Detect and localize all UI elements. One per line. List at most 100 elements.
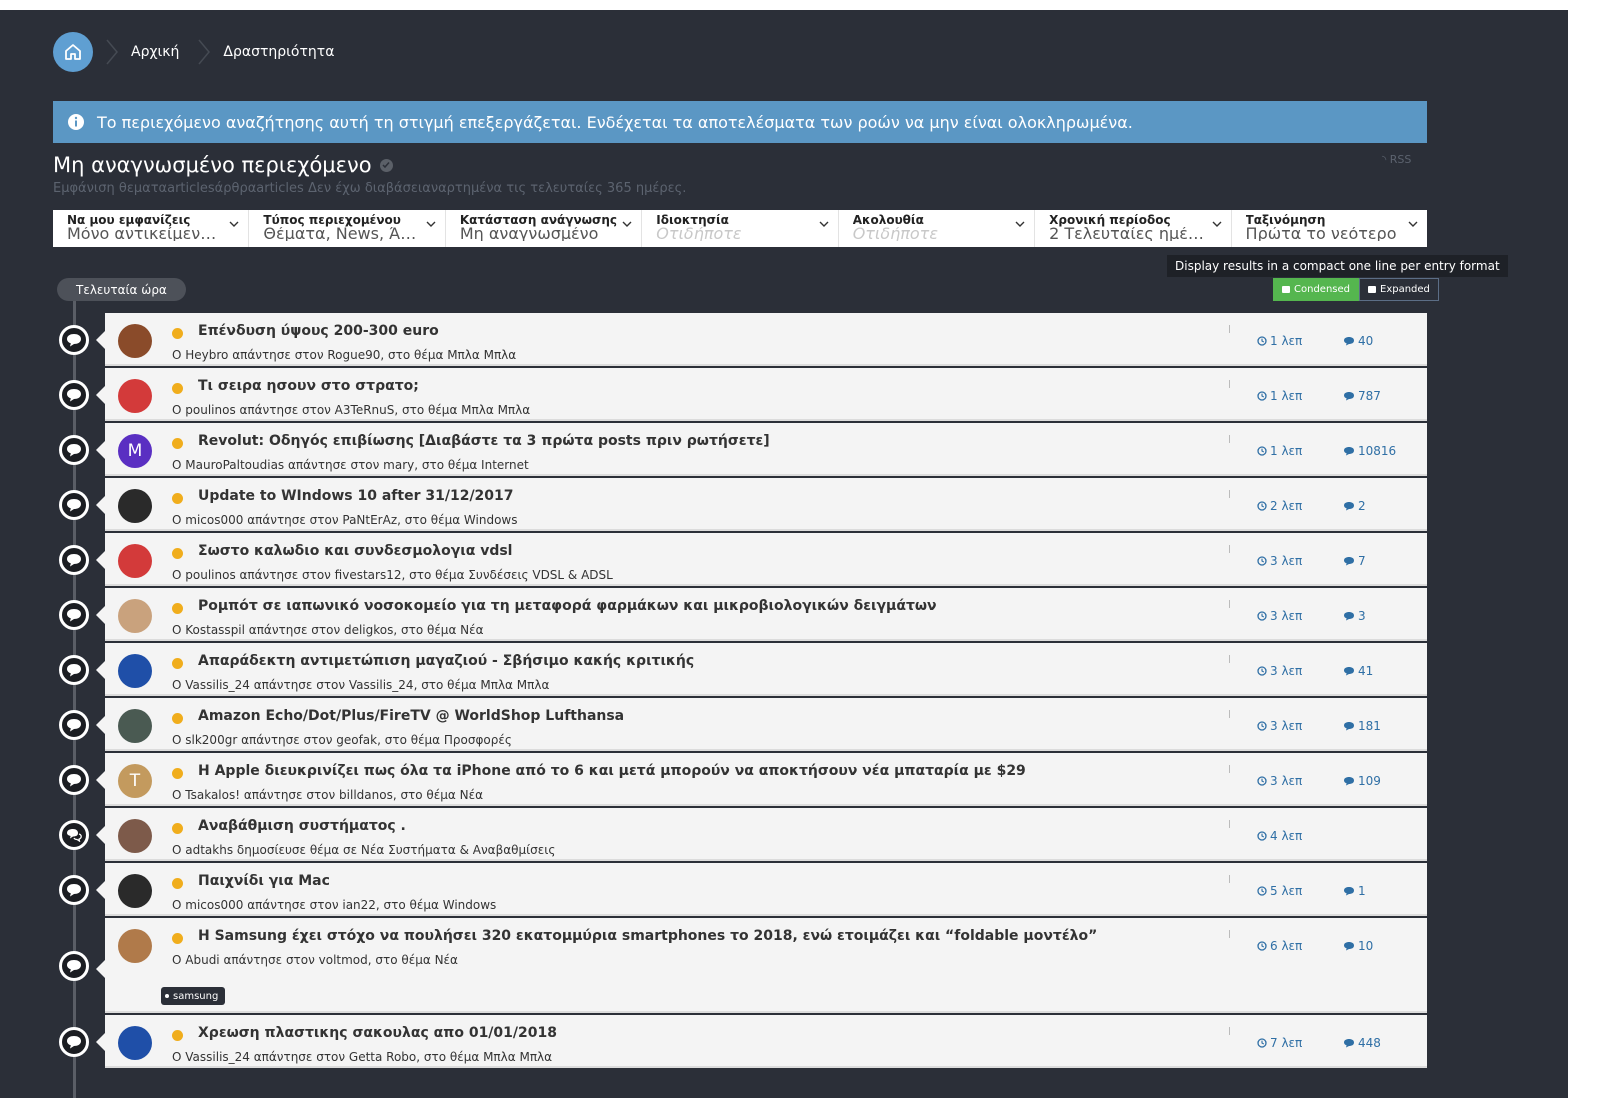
condensed-view-button[interactable]: Condensed xyxy=(1273,278,1359,301)
activity-meta: Ο MauroPaltoudias απάντησε στον mary, στ… xyxy=(172,458,529,472)
breadcrumb-home-link[interactable]: Αρχική xyxy=(131,44,179,60)
activity-card[interactable]: Αναβάθμιση συστήματος . Ο adtakhs δημοσίε… xyxy=(96,808,1427,861)
reply-count-text: 10 xyxy=(1358,939,1374,953)
activity-card[interactable]: Παιχνίδι για Mac Ο micos000 απάντησε στον… xyxy=(96,863,1427,916)
info-banner: Το περιεχόμενο αναζήτησης αυτή τη στιγμή… xyxy=(53,101,1427,143)
reply-count: 1 xyxy=(1343,884,1366,898)
reply-count-text: 1 xyxy=(1358,884,1366,898)
avatar[interactable] xyxy=(118,324,152,358)
divider xyxy=(1229,655,1230,663)
avatar[interactable] xyxy=(118,489,152,523)
avatar[interactable] xyxy=(118,709,152,743)
home-button[interactable] xyxy=(53,32,93,72)
reply-count: 10816 xyxy=(1343,444,1396,458)
avatar[interactable]: M xyxy=(118,434,152,468)
timestamp: 3 λεπ xyxy=(1257,719,1302,733)
reply-count: 10 xyxy=(1343,939,1373,953)
reply-count: 7 xyxy=(1343,554,1366,568)
filter-dropdown[interactable]: Ιδιοκτησία Οτιδήποτε xyxy=(642,210,839,247)
chevron-right-icon xyxy=(198,39,211,65)
activity-card[interactable]: M Revolut: Οδηγός επιβίωσης [Διαβάστε τα … xyxy=(96,423,1427,476)
activity-page: Αρχική Δραστηριότητα Το περιεχόμενο αναζ… xyxy=(0,10,1568,1098)
activity-card[interactable]: Amazon Echo/Dot/Plus/FireTV @ WorldShop … xyxy=(96,698,1427,751)
filter-label: Να μου εμφανίζεις xyxy=(67,214,191,227)
timestamp: 3 λεπ xyxy=(1257,774,1302,788)
divider xyxy=(1229,435,1230,443)
avatar[interactable]: T xyxy=(118,764,152,798)
breadcrumb-activity-link[interactable]: Δραστηριότητα xyxy=(223,44,334,60)
topic-title-link[interactable]: Σωστο καλωδιο και συνδεσμολογια vdsl xyxy=(198,543,512,559)
view-toggle: Condensed Expanded xyxy=(1273,278,1439,301)
activity-meta: Ο micos000 απάντησε στον ian22, στο θέμα… xyxy=(172,898,497,912)
activity-card[interactable]: Απαράδεκτη αντιμετώπιση μαγαζιού - Σβήσι… xyxy=(96,643,1427,696)
avatar[interactable] xyxy=(118,654,152,688)
activity-card[interactable]: T H Apple διευκρινίζει πως όλα τα iPhone … xyxy=(96,753,1427,806)
activity-card[interactable]: Σωστο καλωδιο και συνδεσμολογια vdsl Ο po… xyxy=(96,533,1427,586)
chevron-down-icon xyxy=(1015,221,1025,227)
filter-dropdown[interactable]: Ταξινόμηση Πρώτα το νεότερο xyxy=(1232,210,1427,247)
avatar[interactable] xyxy=(118,379,152,413)
unread-indicator xyxy=(172,878,183,889)
activity-card[interactable]: Ρομπότ σε ιαπωνικό νοσοκομείο για τη μετ… xyxy=(96,588,1427,641)
activity-card[interactable]: H Samsung έχει στόχο να πουλήσει 320 εκα… xyxy=(96,918,1427,1013)
chat-bubble-icon xyxy=(59,655,89,685)
square-icon xyxy=(1368,286,1376,293)
timestamp: 6 λεπ xyxy=(1257,939,1302,953)
activity-card[interactable]: Update to WIndows 10 after 31/12/2017 Ο m… xyxy=(96,478,1427,531)
filter-dropdown[interactable]: Χρονική περίοδος 2 Τελευταίες ημέρες xyxy=(1035,210,1232,247)
topic-title-link[interactable]: Απαράδεκτη αντιμετώπιση μαγαζιού - Σβήσι… xyxy=(198,653,694,669)
reply-count-text: 109 xyxy=(1358,774,1381,788)
timestamp-text: 4 λεπ xyxy=(1270,829,1303,843)
divider xyxy=(1229,545,1230,553)
filter-dropdown[interactable]: Να μου εμφανίζειςΜόνο αντικείμενα: Ο... xyxy=(53,210,250,247)
avatar[interactable] xyxy=(118,1026,152,1060)
activity-row: Χρεωση πλαστικης σακουλας απο 01/01/2018… xyxy=(0,1015,1568,1070)
topic-title-link[interactable]: Παιχνίδι για Mac xyxy=(198,873,330,889)
filter-dropdown[interactable]: Τύπος περιεχομένουΘέματα, News, Άρθρ... xyxy=(249,210,446,247)
clock-icon xyxy=(1257,666,1267,676)
activity-card[interactable]: Χρεωση πλαστικης σακουλας απο 01/01/2018… xyxy=(96,1015,1427,1068)
timestamp-text: 3 λεπ xyxy=(1270,609,1303,623)
check-icon[interactable] xyxy=(379,158,393,172)
clock-icon xyxy=(1257,391,1267,401)
rss-link[interactable]: ◝ RSS xyxy=(1382,153,1411,166)
topic-title-link[interactable]: Ρομπότ σε ιαπωνικό νοσοκομείο για τη μετ… xyxy=(198,598,937,614)
avatar[interactable] xyxy=(118,874,152,908)
topic-title-link[interactable]: Χρεωση πλαστικης σακουλας απο 01/01/2018 xyxy=(198,1025,557,1041)
avatar[interactable] xyxy=(118,599,152,633)
timestamp: 3 λεπ xyxy=(1257,554,1302,568)
activity-meta: Ο poulinos απάντησε στον A3TeRnuS, στο θ… xyxy=(172,403,531,417)
chat-bubble-icon xyxy=(59,600,89,630)
filter-value-text: Μόνο αντικείμενα: xyxy=(67,227,222,241)
activity-meta: Ο Tsakalos! απάντησε στον billdanos, στο… xyxy=(172,788,483,802)
page-title-text: Μη αναγνωσμένο περιεχόμενο xyxy=(53,153,372,177)
reply-count-text: 7 xyxy=(1358,554,1366,568)
unread-indicator xyxy=(172,658,183,669)
unread-indicator xyxy=(172,438,183,449)
topic-title-link[interactable]: Update to WIndows 10 after 31/12/2017 xyxy=(198,488,514,504)
topic-title-link[interactable]: Αναβάθμιση συστήματος . xyxy=(198,818,406,834)
avatar[interactable] xyxy=(118,929,152,963)
avatar[interactable] xyxy=(118,544,152,578)
topic-title-link[interactable]: H Samsung έχει στόχο να πουλήσει 320 εκα… xyxy=(198,928,1097,944)
timestamp-text: 3 λεπ xyxy=(1270,719,1303,733)
topic-title-link[interactable]: Amazon Echo/Dot/Plus/FireTV @ WorldShop … xyxy=(198,708,624,724)
timestamp-text: 3 λεπ xyxy=(1270,664,1303,678)
activity-card[interactable]: Επένδυση ύψους 200-300 euro Ο Heybro απάν… xyxy=(96,313,1427,366)
expanded-view-button[interactable]: Expanded xyxy=(1359,278,1439,301)
card-pointer xyxy=(96,441,105,459)
comment-icon xyxy=(1344,612,1354,621)
timestamp-text: 5 λεπ xyxy=(1270,884,1303,898)
avatar[interactable] xyxy=(118,819,152,853)
unread-indicator xyxy=(172,933,183,944)
topic-title-link[interactable]: Τι σειρα ησουν στο στρατο; xyxy=(198,378,419,394)
topic-title-link[interactable]: H Apple διευκρινίζει πως όλα τα iPhone α… xyxy=(198,763,1026,779)
filter-dropdown[interactable]: Ακολουθία Οτιδήποτε xyxy=(839,210,1036,247)
comment-icon xyxy=(1344,557,1354,566)
filter-dropdown[interactable]: Κατάσταση ανάγνωσης Μη αναγνωσμένο xyxy=(446,210,643,247)
topic-title-link[interactable]: Revolut: Οδηγός επιβίωσης [Διαβάστε τα 3… xyxy=(198,433,770,449)
topic-title-link[interactable]: Επένδυση ύψους 200-300 euro xyxy=(198,323,439,339)
tag-badge[interactable]: samsung xyxy=(161,987,226,1005)
activity-card[interactable]: Τι σειρα ησουν στο στρατο; Ο poulinos απά… xyxy=(96,368,1427,421)
unread-indicator xyxy=(172,1030,183,1041)
